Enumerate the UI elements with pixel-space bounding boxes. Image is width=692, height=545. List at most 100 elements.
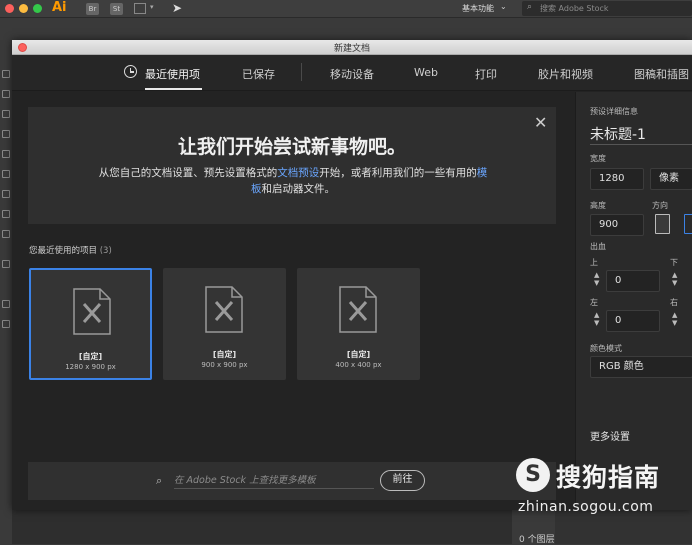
orientation-label: 方向: [652, 201, 668, 210]
recent-label-text: 您最近使用的项目: [29, 246, 98, 256]
stepper-icon[interactable]: ▲ ▼: [672, 271, 677, 287]
tab-mobile[interactable]: 移动设备: [330, 66, 374, 82]
brush-tool-icon[interactable]: [2, 170, 10, 178]
tab-web[interactable]: Web: [414, 66, 438, 79]
preset-tabs: 最近使用项 已保存 移动设备 Web 打印 胶片和视频 图稿和插图: [12, 55, 692, 91]
height-field[interactable]: 900: [590, 214, 644, 236]
background-canvas: [12, 510, 512, 544]
shaper-tool-icon[interactable]: [2, 190, 10, 198]
close-window-button[interactable]: [5, 4, 14, 13]
bleed-top-label: 上: [590, 258, 598, 267]
workspace-switcher[interactable]: 基本功能: [462, 3, 494, 14]
recent-item[interactable]: [自定] 900 x 900 px: [163, 268, 286, 380]
selection-tool-icon[interactable]: [2, 70, 10, 78]
recent-item-size: 1280 x 900 px: [65, 363, 116, 371]
bleed-left-field[interactable]: 0: [606, 310, 660, 332]
sogou-logo: S: [516, 458, 550, 492]
recent-item-name: [自定]: [346, 350, 371, 359]
recent-item-name: [自定]: [78, 352, 103, 361]
direct-selection-tool-icon[interactable]: [2, 90, 10, 98]
document-presets-link[interactable]: 文档预设: [277, 167, 319, 179]
artboard-tool-icon[interactable]: [2, 300, 10, 308]
tab-art-illustration[interactable]: 图稿和插图: [634, 66, 689, 82]
stock-icon[interactable]: St: [110, 3, 123, 15]
new-document-dialog: 新建文档 最近使用项 已保存 移动设备 Web 打印 胶片和视频 图稿和插图 ✕…: [12, 40, 692, 510]
rectangle-tool-icon[interactable]: [2, 150, 10, 158]
width-field[interactable]: 1280: [590, 168, 644, 190]
banner-title: 让我们开始尝试新事物吧。: [177, 136, 406, 158]
close-icon[interactable]: ✕: [534, 113, 547, 132]
tab-divider: [301, 63, 302, 81]
rotate-tool-icon[interactable]: [2, 210, 10, 218]
minimize-window-button[interactable]: [19, 4, 28, 13]
watermark-text: 搜狗指南: [556, 463, 661, 492]
unit-select[interactable]: 像素: [650, 168, 692, 190]
bleed-bottom-label: 下: [670, 258, 678, 267]
dialog-titlebar: 新建文档: [12, 40, 692, 55]
recent-item-name: [自定]: [212, 350, 237, 359]
height-label: 高度: [590, 201, 606, 210]
stock-template-search: ⌕ 前往: [28, 462, 556, 500]
more-settings-button[interactable]: 更多设置: [590, 428, 630, 443]
stepper-icon[interactable]: ▲ ▼: [594, 311, 599, 327]
banner-text-1: 从您自己的文档设置、预先设置格式的: [98, 167, 278, 179]
tab-saved[interactable]: 已保存: [242, 66, 275, 82]
app-menubar: Ai Br St ▾ ➤ 基本功能 ⌄ ⌕: [0, 0, 692, 18]
chevron-down-icon[interactable]: ▾: [150, 3, 154, 11]
search-icon: ⌕: [527, 2, 533, 12]
illustrator-logo: Ai: [52, 0, 67, 15]
banner-description: 从您自己的文档设置、预先设置格式的文档预设开始，或者利用我们的一些有用的模板和启…: [98, 165, 488, 197]
color-mode-label: 颜色模式: [590, 344, 622, 353]
width-label: 宽度: [590, 154, 606, 163]
zoom-window-button[interactable]: [33, 4, 42, 13]
bleed-label: 出血: [590, 242, 606, 251]
bleed-left-label: 左: [590, 298, 598, 307]
preset-details-panel: 预设详细信息 未标题-1 宽度 1280 像素 高度 900 方向 出血 上 ▲…: [575, 92, 692, 510]
stock-search[interactable]: ⌕: [522, 1, 692, 16]
go-button[interactable]: 前往: [380, 470, 425, 491]
recent-items-label: 您最近使用的项目 (3): [29, 244, 112, 256]
recent-item-size: 900 x 900 px: [201, 361, 248, 369]
name-underline: [590, 144, 692, 145]
tools-panel: [0, 60, 12, 360]
recent-item-size: 400 x 400 px: [335, 361, 382, 369]
stepper-icon[interactable]: ▲ ▼: [594, 271, 599, 287]
bridge-icon[interactable]: Br: [86, 3, 99, 15]
recent-item[interactable]: [自定] 1280 x 900 px: [29, 268, 152, 380]
hand-tool-icon[interactable]: [2, 320, 10, 328]
clock-icon: [124, 65, 137, 78]
recent-item[interactable]: [自定] 400 x 400 px: [297, 268, 420, 380]
stepper-icon[interactable]: ▲ ▼: [672, 311, 677, 327]
tab-film-video[interactable]: 胶片和视频: [538, 66, 593, 82]
type-tool-icon[interactable]: [2, 130, 10, 138]
active-tab-indicator: [145, 88, 202, 90]
bleed-right-label: 右: [670, 298, 678, 307]
document-icon: [339, 286, 377, 333]
stock-search-input[interactable]: [540, 2, 690, 15]
bleed-top-field[interactable]: 0: [606, 270, 660, 292]
banner-text-2: 开始，或者利用我们的一些有用的: [319, 167, 477, 179]
welcome-banner: ✕ 让我们开始尝试新事物吧。 从您自己的文档设置、预先设置格式的文档预设开始，或…: [28, 107, 556, 224]
eyedropper-tool-icon[interactable]: [2, 260, 10, 268]
portrait-icon[interactable]: [655, 214, 670, 234]
document-name-field[interactable]: 未标题-1: [590, 124, 646, 144]
recent-count: (3): [99, 246, 112, 256]
dialog-title: 新建文档: [333, 44, 370, 54]
eraser-tool-icon[interactable]: [2, 230, 10, 238]
preset-section-label: 预设详细信息: [590, 107, 638, 116]
arrange-documents-icon[interactable]: [134, 3, 146, 14]
watermark-url: zhinan.sogou.com: [518, 499, 654, 515]
pen-tool-icon[interactable]: [2, 110, 10, 118]
tab-recent[interactable]: 最近使用项: [145, 66, 200, 82]
landscape-icon[interactable]: [684, 214, 692, 234]
tab-print[interactable]: 打印: [475, 66, 497, 82]
stock-template-input[interactable]: [174, 473, 374, 489]
chevron-down-icon[interactable]: ⌄: [500, 2, 507, 11]
send-icon[interactable]: ➤: [172, 1, 182, 15]
search-icon: ⌕: [156, 474, 163, 487]
color-mode-select[interactable]: RGB 颜色: [590, 356, 692, 378]
document-icon: [73, 288, 111, 335]
document-icon: [205, 286, 243, 333]
banner-text-3: 和启动器文件。: [261, 183, 336, 195]
layer-count: 0 个图层: [519, 535, 555, 545]
